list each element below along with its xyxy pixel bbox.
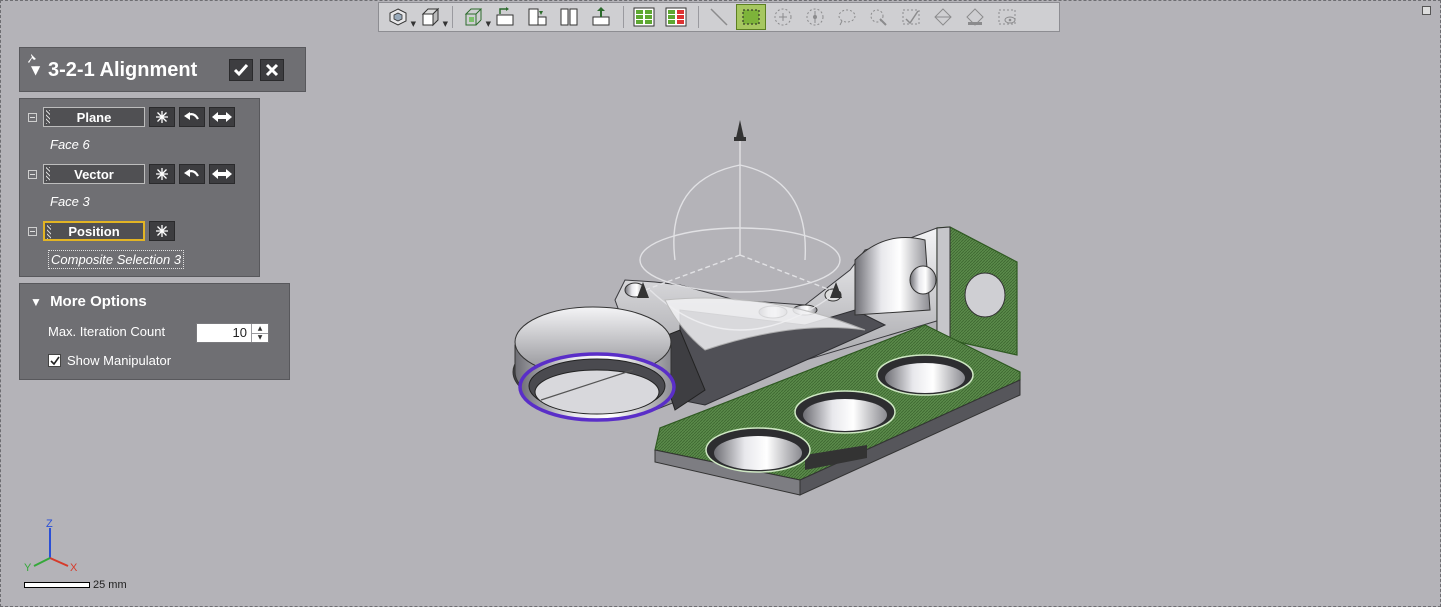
position-selection-value[interactable]: Composite Selection 3 [48, 250, 185, 269]
eye-select-icon[interactable] [992, 4, 1022, 30]
spin-up-icon[interactable]: ▲ [252, 324, 268, 333]
vector-selection-value: Face 3 [50, 194, 90, 209]
ok-button[interactable] [229, 59, 253, 81]
dialog-title: 3-2-1 Alignment [48, 59, 198, 81]
box-view-icon[interactable]: ▼ [415, 4, 448, 30]
collapse-toggle[interactable] [28, 226, 37, 236]
close-icon [265, 63, 279, 77]
selection-label: Position [68, 223, 120, 239]
select-all-button[interactable] [149, 107, 175, 127]
align-bottom-icon[interactable] [522, 4, 552, 30]
selection-row-position: Position [28, 221, 175, 241]
max-iteration-label: Max. Iteration Count [48, 324, 166, 339]
selection-panel: Plane Face 6 Vector Face 3 Position Comp… [19, 98, 260, 277]
max-iteration-spinbox[interactable]: 10 ▲ ▼ [196, 323, 269, 343]
undo-button[interactable] [179, 164, 205, 184]
spin-down-icon[interactable]: ▼ [252, 332, 268, 343]
undo-button[interactable] [179, 107, 205, 127]
scale-bar [24, 581, 90, 588]
undo-icon [184, 169, 199, 177]
selection-row-plane: Plane [28, 107, 235, 127]
circle-select-icon[interactable] [768, 4, 798, 30]
scale-indicator: 25 mm [24, 574, 127, 593]
checkmark-icon [49, 356, 60, 365]
undo-icon [184, 112, 199, 120]
collapse-arrow-icon: ▼ [30, 295, 42, 309]
show-manipulator-row[interactable]: Show Manipulator [48, 353, 171, 368]
grid-layout-icon[interactable] [629, 4, 659, 30]
lasso-select-icon[interactable] [832, 4, 862, 30]
sparkle-icon [156, 225, 168, 237]
collapse-toggle[interactable] [28, 112, 37, 122]
split-view-icon[interactable] [554, 4, 584, 30]
show-manipulator-checkbox[interactable] [48, 354, 61, 367]
sparkle-icon [156, 168, 168, 180]
toolbar-separator [623, 6, 624, 28]
flip-arrows-icon [212, 169, 232, 179]
triad-z-label: Z [46, 518, 53, 530]
checkmark-icon [233, 64, 249, 77]
more-options-panel: ▼ More Options Max. Iteration Count 10 ▲… [19, 283, 290, 380]
check-select-icon[interactable] [896, 4, 926, 30]
plane-selection-value: Face 6 [50, 137, 90, 152]
list-split-icon[interactable] [661, 4, 691, 30]
part-model-viewport[interactable] [505, 110, 1035, 510]
align-left-icon[interactable] [490, 4, 520, 30]
toolbar-separator [452, 6, 453, 28]
sparkle-icon [156, 111, 168, 123]
viewport-corner-marker [1422, 6, 1431, 15]
fill-select-icon[interactable] [960, 4, 990, 30]
toolbar-separator [698, 6, 699, 28]
select-all-button[interactable] [149, 221, 175, 241]
max-iteration-value[interactable]: 10 [197, 324, 251, 342]
show-manipulator-label: Show Manipulator [67, 353, 172, 368]
flip-button[interactable] [209, 107, 235, 127]
triad-y-label: Y [24, 562, 32, 574]
line-select-icon[interactable] [704, 4, 734, 30]
plane-selection-button[interactable]: Plane [43, 107, 145, 127]
select-all-button[interactable] [149, 164, 175, 184]
shape-select-icon[interactable] [928, 4, 958, 30]
box-select-icon[interactable] [736, 4, 766, 30]
axis-triad: Z X Y [24, 518, 78, 574]
paint-select-icon[interactable] [864, 4, 894, 30]
target-select-icon[interactable] [800, 4, 830, 30]
more-options-header[interactable]: ▼ More Options [30, 293, 147, 310]
position-selection-button[interactable]: Position [43, 221, 145, 241]
cancel-button[interactable] [260, 59, 284, 81]
selection-toolbar: ▼ ▼ ▼ [378, 2, 1060, 32]
flip-arrows-icon [212, 112, 232, 122]
more-options-title: More Options [50, 293, 147, 310]
scale-label: 25 mm [93, 578, 127, 591]
collapse-arrow-icon[interactable]: ▼ [31, 63, 40, 77]
triad-x-label: X [70, 562, 78, 574]
selection-label: Plane [76, 109, 112, 125]
vector-selection-button[interactable]: Vector [43, 164, 145, 184]
selection-label: Vector [74, 166, 114, 182]
move-part-icon[interactable] [586, 4, 616, 30]
alignment-title-panel: ▼ 3-2-1 Alignment [19, 47, 306, 92]
wireframe-box-icon[interactable]: ▼ [458, 4, 491, 30]
collapse-toggle[interactable] [28, 169, 37, 179]
view-cube-icon[interactable]: ▼ [383, 4, 416, 30]
selection-row-vector: Vector [28, 164, 235, 184]
flip-button[interactable] [209, 164, 235, 184]
